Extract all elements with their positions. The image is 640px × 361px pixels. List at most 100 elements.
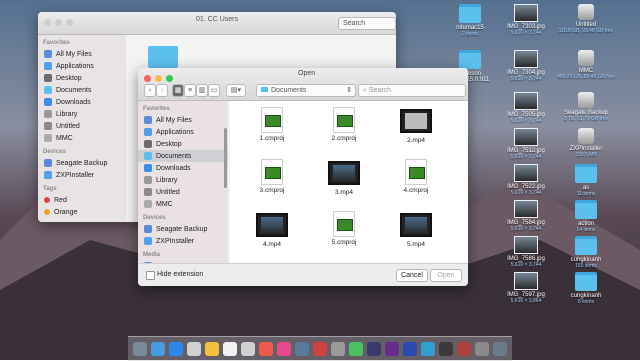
folder-icon[interactable] xyxy=(148,46,178,68)
sidebar-item-label: Desktop xyxy=(56,74,82,82)
image-file-icon xyxy=(514,200,538,218)
dock-app-icon[interactable] xyxy=(313,342,327,356)
dock-app-icon[interactable] xyxy=(367,342,381,356)
file-item[interactable]: 2.cmproj xyxy=(314,107,374,142)
desktop-item[interactable]: IMG_7597.jpg 5,616 × 3,864 xyxy=(496,272,556,304)
sidebar-item-applications[interactable]: Applications xyxy=(38,60,126,72)
file-item[interactable]: 2.mp4 xyxy=(386,107,446,144)
dock-app-icon[interactable] xyxy=(331,342,345,356)
zoom-button[interactable] xyxy=(66,19,73,26)
dock-app-icon[interactable] xyxy=(259,342,273,356)
sidebar-item-documents[interactable]: Documents xyxy=(138,150,228,162)
sidebar-item-downloads[interactable]: Downloads xyxy=(138,162,228,174)
search-field[interactable]: Search xyxy=(338,17,396,30)
cancel-button[interactable]: Cancel xyxy=(396,269,428,282)
file-item[interactable]: 3.cmproj xyxy=(242,159,302,194)
tag-item[interactable]: Orange xyxy=(38,206,126,218)
sidebar-item-downloads[interactable]: Downloads xyxy=(38,96,126,108)
view-column-button[interactable]: ▥ xyxy=(196,84,208,97)
desktop-item[interactable]: ZXPInstaller 239.5 MB xyxy=(556,128,616,158)
view-list-button[interactable]: ≡ xyxy=(184,84,196,97)
close-button[interactable] xyxy=(144,75,151,82)
desktop-item[interactable]: action 14 items xyxy=(556,200,616,233)
file-name: 2.cmproj xyxy=(331,135,357,142)
sidebar-item-library[interactable]: Library xyxy=(38,108,126,120)
zoom-button[interactable] xyxy=(166,75,173,82)
sidebar-item-label: Desktop xyxy=(156,140,182,148)
tag-item[interactable]: Red xyxy=(38,194,126,206)
dock-app-icon[interactable] xyxy=(151,342,165,356)
desktop-item[interactable]: IMG_7303.jpg 5,616 × 3,744 xyxy=(496,4,556,36)
desktop-item[interactable]: IMG_7304.jpg 5,616 × 3,744 xyxy=(496,50,556,82)
dock-app-icon[interactable] xyxy=(241,342,255,356)
arrange-button[interactable]: ▤▾ xyxy=(226,84,246,97)
open-button[interactable]: Open xyxy=(430,269,462,282)
sidebar-item-applications[interactable]: Applications xyxy=(138,126,228,138)
dock-app-icon[interactable] xyxy=(223,342,237,356)
view-coverflow-button[interactable]: ▭ xyxy=(208,84,220,97)
dock-app-icon[interactable] xyxy=(385,342,399,356)
hide-extension-checkbox[interactable] xyxy=(146,271,155,280)
sidebar-item-mmc[interactable]: MMC xyxy=(38,132,126,144)
desktop-item[interactable]: IMG_7512.jpg 5,616 × 3,744 xyxy=(496,128,556,160)
dock-app-icon[interactable] xyxy=(403,342,417,356)
folder-icon xyxy=(261,87,268,92)
sidebar-item-documents[interactable]: Documents xyxy=(38,84,126,96)
desktop-item[interactable]: Seagate Backup 3 TB, 51.79 GB free xyxy=(556,92,616,122)
view-icon-button[interactable]: ▦ xyxy=(172,84,184,97)
sidebar-item-library[interactable]: Library xyxy=(138,174,228,186)
desktop-item[interactable]: cungkinanh 165 items xyxy=(556,236,616,269)
file-item[interactable]: 4.mp4 xyxy=(242,211,302,248)
desktop-item[interactable]: as 11 items xyxy=(556,164,616,197)
desktop-item[interactable]: IMG_7584.jpg 5,616 × 3,744 xyxy=(496,200,556,232)
minimize-button[interactable] xyxy=(55,19,62,26)
desktop-item[interactable]: IMG_7505.jpg 5,616 × 3,744 xyxy=(496,92,556,124)
desktop-item[interactable]: MMC 499.25 GB, 86.46 GB free xyxy=(556,50,616,80)
sidebar-scrollbar[interactable] xyxy=(224,128,227,188)
image-file-icon xyxy=(514,128,538,146)
sidebar-item-untitled[interactable]: Untitled xyxy=(138,186,228,198)
dock-app-icon[interactable] xyxy=(133,342,147,356)
sidebar-item-all-my-files[interactable]: All My Files xyxy=(38,48,126,60)
sidebar-item-all-my-files[interactable]: All My Files xyxy=(138,114,228,126)
sidebar-item-zxpinstaller[interactable]: ZXPInstaller xyxy=(138,235,228,247)
file-item[interactable]: 3.mp4 xyxy=(314,159,374,196)
desktop-item[interactable]: Untitled 118.8 GB, 93.48 GB free xyxy=(556,4,616,34)
file-item[interactable]: 5.cmproj xyxy=(314,211,374,246)
close-button[interactable] xyxy=(44,19,51,26)
back-button[interactable]: ‹ xyxy=(144,84,156,97)
sidebar-item-desktop[interactable]: Desktop xyxy=(138,138,228,150)
hide-extension-label: Hide extension xyxy=(157,271,204,278)
location-popup[interactable]: Documents ⇕ xyxy=(256,84,356,97)
file-item[interactable]: 1.cmproj xyxy=(242,107,302,142)
video-file-icon xyxy=(256,213,288,237)
sidebar-item-mmc[interactable]: MMC xyxy=(138,198,228,210)
desktop-item[interactable]: nitumac15 2 items xyxy=(440,4,500,37)
sidebar-item-untitled[interactable]: Untitled xyxy=(38,120,126,132)
dock-app-icon[interactable] xyxy=(205,342,219,356)
file-item[interactable]: 4.cmproj xyxy=(386,159,446,194)
open-dialog[interactable]: Open ‹ › ▦ ≡ ▥ ▭ ▤▾ Documents ⇕ ⌕ Search… xyxy=(138,68,468,286)
dock-app-icon[interactable] xyxy=(493,342,507,356)
dock-app-icon[interactable] xyxy=(187,342,201,356)
dock-app-icon[interactable] xyxy=(277,342,291,356)
dock-app-icon[interactable] xyxy=(421,342,435,356)
minimize-button[interactable] xyxy=(155,75,162,82)
sidebar-item-zxpinstaller[interactable]: ZXPInstaller xyxy=(38,169,126,181)
dock-app-icon[interactable] xyxy=(295,342,309,356)
dock-app-icon[interactable] xyxy=(439,342,453,356)
desktop-item[interactable]: IMG_7522.jpg 5,616 × 3,744 xyxy=(496,164,556,196)
sidebar-item-seagate-backup[interactable]: Seagate Backup xyxy=(138,223,228,235)
forward-button[interactable]: › xyxy=(156,84,168,97)
dock-app-icon[interactable] xyxy=(457,342,471,356)
file-item[interactable]: 5.mp4 xyxy=(386,211,446,248)
dock-app-icon[interactable] xyxy=(475,342,489,356)
sidebar-item-desktop[interactable]: Desktop xyxy=(38,72,126,84)
search-field[interactable]: ⌕ Search xyxy=(358,84,466,97)
sidebar-item-seagate-backup[interactable]: Seagate Backup xyxy=(38,157,126,169)
desktop-item[interactable]: cungkinanh 8 items xyxy=(556,272,616,305)
video-file-icon xyxy=(400,213,432,237)
desktop-item[interactable]: IMG_7586.jpg 5,616 × 3,744 xyxy=(496,236,556,268)
dock-app-icon[interactable] xyxy=(169,342,183,356)
dock-app-icon[interactable] xyxy=(349,342,363,356)
